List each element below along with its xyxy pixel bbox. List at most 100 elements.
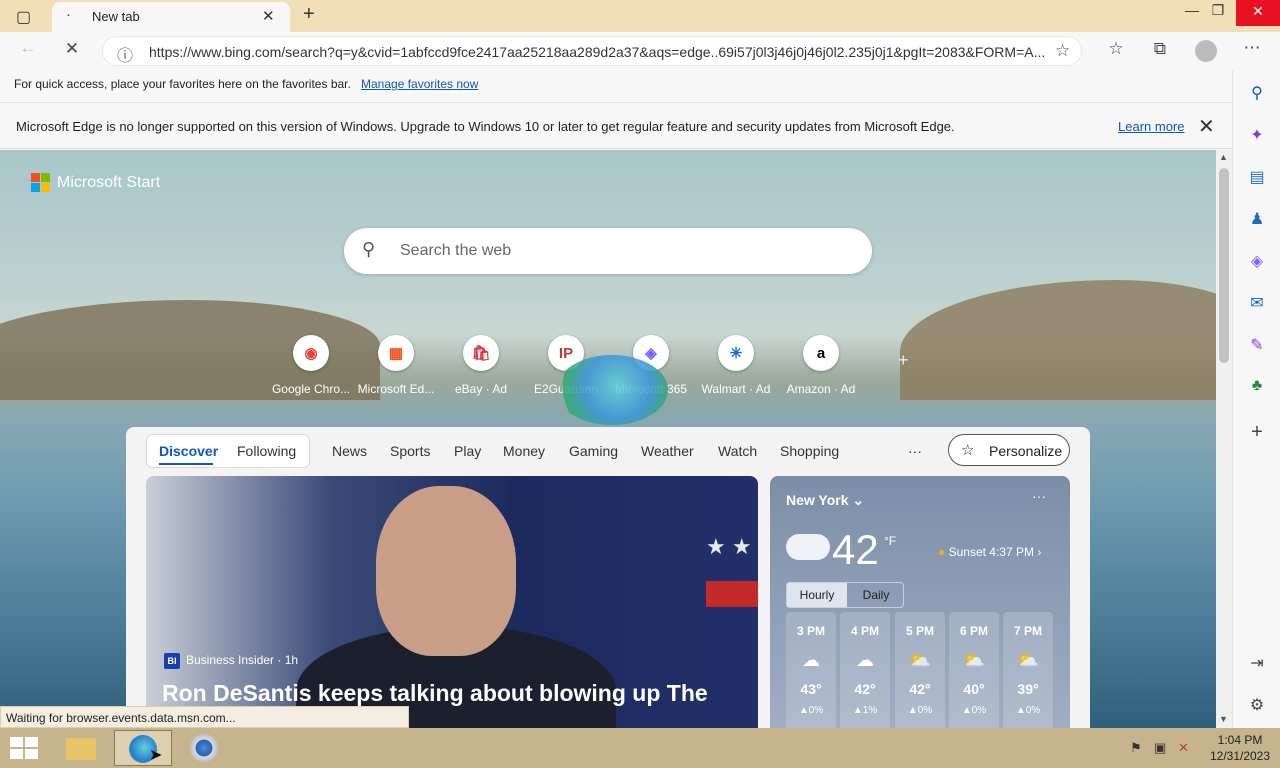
scrollbar-thumb[interactable] xyxy=(1219,168,1229,363)
sunset-info[interactable]: ● Sunset 4:37 PM › xyxy=(938,545,1041,559)
nav-play[interactable]: Play xyxy=(454,443,481,459)
page-scrollbar[interactable]: ▲ ▼ xyxy=(1216,150,1232,728)
weather-card[interactable]: New York ⌄ ··· 42 °F ● Sunset 4:37 PM › … xyxy=(770,476,1070,728)
chevron-right-icon: › xyxy=(1037,545,1042,559)
hour-precip: ▲0% xyxy=(907,705,933,716)
close-window-button[interactable]: ✕ xyxy=(1236,0,1280,26)
tab-close-icon[interactable]: ✕ xyxy=(262,7,275,25)
search-icon[interactable]: ⚲ xyxy=(1246,83,1268,105)
weather-condition-icon: ☁ xyxy=(856,650,874,670)
search-input[interactable]: Search the web xyxy=(400,242,511,260)
weather-condition-icon: ⛅ xyxy=(908,650,932,670)
status-text: Waiting for browser.events.data.msn.com.… xyxy=(6,711,236,725)
microsoft-start-brand[interactable]: Microsoft Start xyxy=(57,174,160,192)
volume-muted-icon[interactable]: ✕ xyxy=(1178,740,1189,756)
profile-avatar[interactable] xyxy=(1195,40,1217,62)
quick-link[interactable]: a Amazon · Ad xyxy=(778,335,864,396)
restore-button[interactable]: ❐ xyxy=(1204,2,1232,19)
back-button[interactable]: ← xyxy=(14,38,42,58)
shopping-icon[interactable]: ▤ xyxy=(1246,167,1268,189)
outlook-icon[interactable]: ✉ xyxy=(1246,293,1268,315)
taskbar: ➤ ⚑ ▣ ✕ 1:04 PM 12/31/2023 xyxy=(0,728,1280,768)
weather-toggle: Hourly Daily xyxy=(786,582,904,608)
nav-more-icon[interactable]: ··· xyxy=(908,443,922,459)
weather-temp: 42 xyxy=(832,526,879,573)
clock-time: 1:04 PM xyxy=(1217,733,1263,747)
article-headline[interactable]: Ron DeSantis keeps talking about blowing… xyxy=(162,680,708,707)
flag-stripe xyxy=(706,581,758,607)
sidebar-settings-icon[interactable]: ⚙ xyxy=(1246,695,1268,717)
add-quick-link-icon[interactable]: + xyxy=(898,350,909,371)
nav-news[interactable]: News xyxy=(332,443,367,459)
tab-actions-icon[interactable]: ▢ xyxy=(16,7,31,27)
collections-icon[interactable]: ⧉ xyxy=(1146,39,1174,59)
favorites-bar: For quick access, place your favorites h… xyxy=(0,70,1232,100)
nav-gaming[interactable]: Gaming xyxy=(569,443,618,459)
quick-link[interactable]: 🛍 eBay · Ad xyxy=(438,335,524,396)
address-bar[interactable]: ⓘ https://www.bing.com/search?q=y&cvid=1… xyxy=(102,36,1082,66)
scroll-down-icon[interactable]: ▼ xyxy=(1219,714,1228,724)
close-infobar-icon[interactable]: ✕ xyxy=(1198,114,1215,139)
pivot-following[interactable]: Following xyxy=(237,443,296,459)
hour-precip: ▲0% xyxy=(798,705,824,716)
web-search-box[interactable]: ⚲ Search the web xyxy=(344,228,872,274)
new-tab-button[interactable]: + xyxy=(303,3,315,26)
hide-sidebar-icon[interactable]: ⇥ xyxy=(1246,653,1268,675)
walmart-icon: ✳ xyxy=(718,335,754,371)
quick-link[interactable]: ▦ Microsoft Ed... xyxy=(353,335,439,396)
file-explorer-icon[interactable] xyxy=(52,730,110,766)
hero-article-card[interactable]: ★ ★ BI Business Insider · 1h Ron DeSantis… xyxy=(146,476,758,728)
personalize-button[interactable]: ☆ Personalize xyxy=(948,434,1070,466)
weather-condition-icon: ⛅ xyxy=(962,650,986,670)
quick-link[interactable]: ✳ Walmart · Ad xyxy=(693,335,779,396)
nav-shopping[interactable]: Shopping xyxy=(780,443,839,459)
background-hill xyxy=(900,280,1216,400)
article-source[interactable]: BI Business Insider · 1h xyxy=(164,653,298,669)
hourly-item[interactable]: 7 PM ⛅ 39° ▲0% xyxy=(1003,612,1053,728)
weather-more-icon[interactable]: ··· xyxy=(1032,488,1046,504)
tree-icon[interactable]: ♣ xyxy=(1246,377,1268,399)
tab-daily[interactable]: Daily xyxy=(847,583,905,607)
settings-more-icon[interactable]: ⋯ xyxy=(1238,38,1266,58)
search-icon: ⚲ xyxy=(362,239,376,259)
scroll-up-icon[interactable]: ▲ xyxy=(1219,152,1228,162)
nav-watch[interactable]: Watch xyxy=(718,443,757,459)
nav-money[interactable]: Money xyxy=(503,443,545,459)
hourly-item[interactable]: 6 PM ⛅ 40° ▲0% xyxy=(949,612,999,728)
system-clock[interactable]: 1:04 PM 12/31/2023 xyxy=(1204,733,1276,763)
minimize-button[interactable]: — xyxy=(1178,2,1206,18)
start-button[interactable] xyxy=(10,737,38,759)
games-icon[interactable]: ♟ xyxy=(1246,209,1268,231)
nav-sports[interactable]: Sports xyxy=(390,443,430,459)
hour-time: 4 PM xyxy=(850,624,879,638)
hour-temp: 43° xyxy=(800,681,822,697)
manage-favorites-link[interactable]: Manage favorites now xyxy=(361,77,478,91)
source-label: Business Insider · 1h xyxy=(186,653,299,667)
weather-city[interactable]: New York ⌄ xyxy=(786,492,864,509)
address-url[interactable]: https://www.bing.com/search?q=y&cvid=1ab… xyxy=(149,44,1049,60)
nav-weather[interactable]: Weather xyxy=(641,443,694,459)
toolbar: ← ✕ ⓘ https://www.bing.com/search?q=y&cv… xyxy=(0,32,1280,70)
tab-new-tab[interactable]: ⠂ New tab ✕ xyxy=(52,2,290,32)
site-info-icon[interactable]: ⓘ xyxy=(117,42,133,66)
tab-hourly[interactable]: Hourly xyxy=(787,583,847,607)
favorites-icon[interactable]: ☆ xyxy=(1102,39,1130,59)
add-favorite-icon[interactable]: ☆ xyxy=(1055,41,1070,61)
quick-link[interactable]: ◉ Google Chro... xyxy=(268,335,354,396)
hourly-item[interactable]: 3 PM ☁ 43° ▲0% xyxy=(786,612,836,728)
stop-loading-button[interactable]: ✕ xyxy=(58,39,86,59)
news-feed: Discover Following News Sports Play Mone… xyxy=(126,427,1090,728)
chrome-taskbar-icon[interactable] xyxy=(176,730,234,766)
learn-more-link[interactable]: Learn more xyxy=(1118,119,1184,134)
m365-icon[interactable]: ◈ xyxy=(1246,251,1268,273)
pivot-discover[interactable]: Discover xyxy=(159,443,218,459)
hourly-item[interactable]: 4 PM ☁ 42° ▲1% xyxy=(840,612,890,728)
designer-icon[interactable]: ✎ xyxy=(1246,335,1268,357)
add-sidebar-app-icon[interactable]: + xyxy=(1246,421,1268,443)
edge-taskbar-icon[interactable]: ➤ xyxy=(114,730,172,766)
hourly-item[interactable]: 5 PM ⛅ 42° ▲0% xyxy=(895,612,945,728)
copilot-icon[interactable]: ✦ xyxy=(1246,125,1268,147)
infobar-message: Microsoft Edge is no longer supported on… xyxy=(16,119,955,134)
action-center-flag-icon[interactable]: ⚑ xyxy=(1130,740,1142,756)
network-icon[interactable]: ▣ xyxy=(1154,740,1166,756)
